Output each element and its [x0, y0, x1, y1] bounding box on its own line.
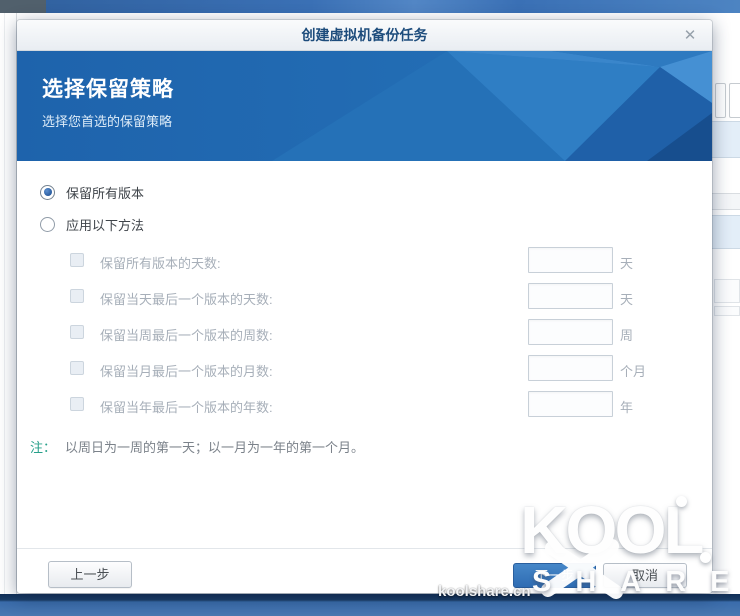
checkbox-icon[interactable]: [70, 253, 84, 267]
retention-row-weekly-last: 保留当周最后一个版本的周数: 周: [17, 319, 712, 345]
background-window-fragment: [714, 279, 740, 303]
desktop-bottom-band: [0, 594, 740, 616]
background-window-fragment: [712, 215, 740, 249]
retention-row-label: 保留当年最后一个版本的年数:: [100, 397, 273, 416]
create-vm-backup-task-dialog: 创建虚拟机备份任务 ✕ 选择保留策略 选择您首选的保留策略 保留: [17, 20, 712, 593]
checkbox-icon[interactable]: [70, 325, 84, 339]
retention-row-label: 保留当天最后一个版本的天数:: [100, 289, 273, 308]
wizard-step-header: 选择保留策略 选择您首选的保留策略: [17, 51, 712, 161]
background-window-right-edge: [712, 13, 740, 594]
dialog-footer: 上一步 下一步 取消: [17, 548, 712, 593]
retention-unit-label: 年: [620, 397, 633, 416]
desktop-top-corner: [0, 0, 46, 13]
option-apply-rules[interactable]: 应用以下方法: [40, 211, 712, 237]
radio-selected-icon[interactable]: [40, 185, 55, 200]
dialog-content: 保留所有版本 应用以下方法 保留所有版本的天数: 天 保留当天最后一个版本的天数…: [17, 161, 712, 456]
step-subtitle: 选择您首选的保留策略: [42, 111, 712, 130]
retention-row-daily-last: 保留当天最后一个版本的天数: 天: [17, 283, 712, 309]
retention-unit-label: 天: [620, 253, 633, 272]
dialog-titlebar: 创建虚拟机备份任务 ✕: [17, 20, 712, 51]
retention-value-input[interactable]: [528, 283, 613, 309]
retention-unit-label: 周: [620, 325, 633, 344]
checkbox-icon[interactable]: [70, 397, 84, 411]
checkbox-icon[interactable]: [70, 289, 84, 303]
background-window-left-edge: [0, 13, 17, 594]
background-window-fragment: [729, 83, 740, 118]
step-title: 选择保留策略: [42, 73, 712, 103]
retention-value-input[interactable]: [528, 247, 613, 273]
retention-value-input[interactable]: [528, 319, 613, 345]
retention-row-label: 保留所有版本的天数:: [100, 253, 221, 272]
retention-value-input[interactable]: [528, 391, 613, 417]
retention-row-keep-all-days: 保留所有版本的天数: 天: [17, 247, 712, 273]
background-window-fragment: [712, 121, 740, 158]
retention-unit-label: 个月: [620, 361, 646, 380]
retention-unit-label: 天: [620, 289, 633, 308]
retention-row-monthly-last: 保留当月最后一个版本的月数: 个月: [17, 355, 712, 381]
note-body: 以周日为一周的第一天；以一月为一年的第一个月。: [65, 440, 364, 455]
next-button[interactable]: 下一步: [513, 563, 596, 588]
close-icon[interactable]: ✕: [676, 20, 704, 51]
option-label: 应用以下方法: [66, 215, 144, 234]
cancel-button[interactable]: 取消: [603, 563, 687, 588]
option-keep-all-versions[interactable]: 保留所有版本: [40, 179, 712, 205]
background-window-fragment: [715, 83, 726, 118]
retention-value-input[interactable]: [528, 355, 613, 381]
retention-rules-list: 保留所有版本的天数: 天 保留当天最后一个版本的天数: 天 保留当周最后一个版本…: [17, 247, 712, 417]
background-window-divider: [4, 13, 5, 594]
option-label: 保留所有版本: [66, 183, 144, 202]
back-button[interactable]: 上一步: [48, 561, 132, 588]
dialog-title: 创建虚拟机备份任务: [302, 27, 428, 43]
retention-row-yearly-last: 保留当年最后一个版本的年数: 年: [17, 391, 712, 417]
note-text: 注： 以周日为一周的第一天；以一月为一年的第一个月。: [30, 437, 712, 456]
desktop-top-band: [0, 0, 740, 13]
background-window-fragment: [714, 306, 740, 316]
background-window-fragment: [712, 193, 740, 210]
retention-row-label: 保留当周最后一个版本的周数:: [100, 325, 273, 344]
note-prefix: 注：: [30, 440, 56, 455]
checkbox-icon[interactable]: [70, 361, 84, 375]
radio-unselected-icon[interactable]: [40, 217, 55, 232]
retention-row-label: 保留当月最后一个版本的月数:: [100, 361, 273, 380]
